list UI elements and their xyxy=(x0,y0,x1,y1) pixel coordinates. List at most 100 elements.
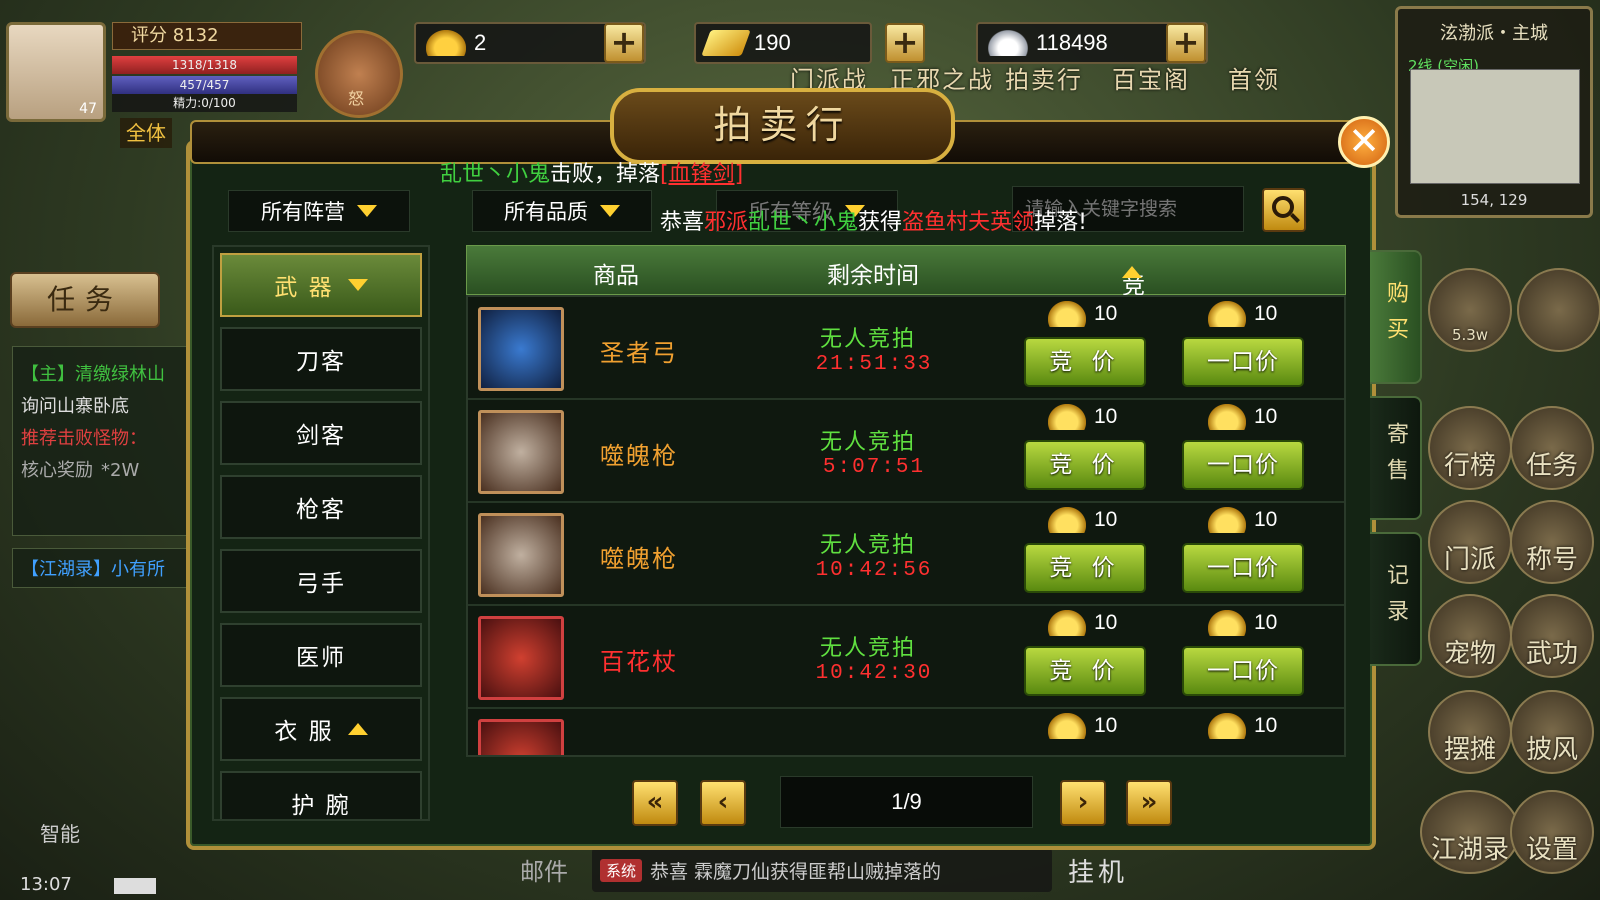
table-row[interactable]: 圣者弓 无人竞拍 21:51:33 10 10 竞 价 一口价 xyxy=(468,297,1344,400)
quest-button[interactable]: 任务 xyxy=(10,272,160,328)
chat-channel-all[interactable]: 全体 xyxy=(120,118,172,148)
staff-icon[interactable] xyxy=(478,616,564,700)
gold-ingot-icon xyxy=(1208,713,1246,739)
jianghu-icon[interactable]: 江湖录 xyxy=(1420,790,1520,874)
gold-ingot-icon xyxy=(426,30,466,56)
mail-button[interactable]: 邮件 xyxy=(520,852,568,887)
battery-icon xyxy=(114,878,156,894)
gold-ingot-icon xyxy=(1208,610,1246,636)
power-icon[interactable]: 5.3w xyxy=(1428,268,1512,352)
minimap[interactable]: 泫渤派・主城 2线 (空闲) 154, 129 xyxy=(1395,6,1593,218)
camp-filter-dropdown[interactable]: 所有阵营 xyxy=(228,190,410,232)
chevron-down-icon xyxy=(357,205,377,217)
settings-icon[interactable]: 设置 xyxy=(1510,790,1594,874)
tab-consign[interactable]: 寄售 xyxy=(1370,396,1422,520)
congrats-broadcast: 恭喜邪派乱世丶小鬼获得盗鱼村夫英领掉落! xyxy=(660,210,1087,235)
category-clothes[interactable]: 衣 服 xyxy=(220,697,422,761)
martial-arts-icon[interactable]: 武功 xyxy=(1510,594,1594,678)
first-page-button[interactable]: « xyxy=(632,780,678,826)
gold-ingot-icon xyxy=(1048,713,1086,739)
bid-status: 无人竞拍 xyxy=(820,327,917,352)
auto-mode-button[interactable]: 智能 xyxy=(40,818,80,847)
title-icon[interactable]: 称号 xyxy=(1510,500,1594,584)
rage-icon[interactable]: 怒 xyxy=(315,30,403,118)
gold-bar-icon xyxy=(701,30,751,56)
gold-ingot-icon xyxy=(1048,301,1086,327)
nav-treasure-pavilion[interactable]: 百宝阁 xyxy=(1112,60,1190,95)
auction-table: 圣者弓 无人竞拍 21:51:33 10 10 竞 价 一口价 噬魄枪 无人竞拍… xyxy=(466,295,1346,757)
table-row[interactable]: 噬魄枪 无人竞拍 10:42:56 10 10 竞 价 一口价 xyxy=(468,503,1344,606)
bid-button[interactable]: 竞 价 xyxy=(1024,543,1146,593)
task-icon[interactable]: 任务 xyxy=(1510,406,1594,490)
next-page-button[interactable]: › xyxy=(1060,780,1106,826)
sect-icon[interactable]: 门派 xyxy=(1428,500,1512,584)
ranking-icon[interactable]: 行榜 xyxy=(1428,406,1512,490)
mp-bar: 457/457 xyxy=(112,76,297,94)
search-button[interactable] xyxy=(1262,188,1306,232)
category-bracers[interactable]: 护 腕 xyxy=(220,771,422,819)
category-sword[interactable]: 剑客 xyxy=(220,401,422,465)
quest-panel[interactable]: 【主】清缴绿林山 询问山寨卧底 推荐击败怪物： 核心奖励 *2W xyxy=(12,346,187,536)
quest-reward-label: 核心奖励 xyxy=(21,460,93,481)
buyout-button[interactable]: 一口价 xyxy=(1182,337,1304,387)
weapon-icon[interactable] xyxy=(478,719,564,755)
quest-main: 【主】清缴绿林山 xyxy=(21,364,165,385)
category-blade[interactable]: 刀客 xyxy=(220,327,422,391)
category-archer[interactable]: 弓手 xyxy=(220,549,422,613)
buyout-price: 10 xyxy=(1208,301,1277,327)
prev-page-button[interactable]: ‹ xyxy=(700,780,746,826)
quest-recommend: 推荐击败怪物： xyxy=(21,428,147,449)
nav-auction[interactable]: 拍卖行 xyxy=(1005,60,1083,95)
bid-status: 无人竞拍 xyxy=(820,636,917,661)
table-row[interactable]: 噬魄枪 无人竞拍 5:07:51 10 10 竞 价 一口价 xyxy=(468,400,1344,503)
close-icon[interactable]: ✕ xyxy=(1338,116,1390,168)
chat-bar[interactable]: 系统 恭喜 霖魔刀仙获得匪帮山贼掉落的 xyxy=(592,848,1052,892)
energy-bar: 精力:0/100 xyxy=(112,94,297,112)
tab-buy[interactable]: 购买 xyxy=(1370,250,1422,384)
bid-button[interactable]: 竞 价 xyxy=(1024,646,1146,696)
quest-sub: 询问山寨卧底 xyxy=(21,396,129,417)
column-remaining-time: 剩余时间 xyxy=(827,263,919,289)
pet-icon[interactable]: 宠物 xyxy=(1428,594,1512,678)
add-gold-ingot-button[interactable]: + xyxy=(604,23,644,63)
bid-button[interactable]: 竞 价 xyxy=(1024,440,1146,490)
last-page-button[interactable]: » xyxy=(1126,780,1172,826)
player-avatar[interactable]: 47 xyxy=(6,22,106,122)
buyout-price: 10 xyxy=(1208,404,1277,430)
category-weapons[interactable]: 武 器 xyxy=(220,253,422,317)
table-row[interactable]: 百花杖 无人竞拍 10:42:30 10 10 竞 价 一口价 xyxy=(468,606,1344,709)
bid-button[interactable]: 竞 价 xyxy=(1024,337,1146,387)
spear-icon[interactable] xyxy=(478,513,564,597)
nav-boss[interactable]: 首领 xyxy=(1228,60,1280,95)
table-row[interactable]: 10 10 xyxy=(468,709,1344,755)
gold-ingot-icon xyxy=(1208,507,1246,533)
gold-ingot-icon xyxy=(1048,507,1086,533)
hp-bar: 1318/1318 xyxy=(112,56,297,74)
cloak-icon[interactable]: 披风 xyxy=(1510,690,1594,774)
bid-status: 无人竞拍 xyxy=(820,533,917,558)
bow-icon[interactable] xyxy=(478,307,564,391)
tab-records[interactable]: 记录 xyxy=(1370,532,1422,666)
add-silver-button[interactable]: + xyxy=(1166,23,1206,63)
column-item: 商品 xyxy=(593,263,639,289)
buyout-button[interactable]: 一口价 xyxy=(1182,543,1304,593)
auto-battle-button[interactable]: 挂机 xyxy=(1068,852,1128,889)
buyout-price: 10 xyxy=(1208,507,1277,533)
quality-filter-dropdown[interactable]: 所有品质 xyxy=(472,190,652,232)
spear-icon[interactable] xyxy=(478,410,564,494)
buyout-button[interactable]: 一口价 xyxy=(1182,440,1304,490)
jianghu-record[interactable]: 【江湖录】小有所 xyxy=(12,548,187,588)
minimap-map[interactable] xyxy=(1410,69,1580,184)
menu-icon[interactable] xyxy=(1517,268,1600,352)
stall-icon[interactable]: 摆摊 xyxy=(1428,690,1512,774)
category-spear[interactable]: 枪客 xyxy=(220,475,422,539)
table-header: 商品 剩余时间 竞拍价格 xyxy=(466,245,1346,401)
quest-reward-value: *2W xyxy=(101,460,140,481)
gold-ingot-icon xyxy=(1208,301,1246,327)
buyout-button[interactable]: 一口价 xyxy=(1182,646,1304,696)
category-healer[interactable]: 医师 xyxy=(220,623,422,687)
buyout-price: 10 xyxy=(1208,713,1277,739)
item-name: 百花杖 xyxy=(600,648,678,676)
remaining-time: 21:51:33 xyxy=(815,353,933,376)
add-gold-bar-button[interactable]: + xyxy=(885,23,925,63)
